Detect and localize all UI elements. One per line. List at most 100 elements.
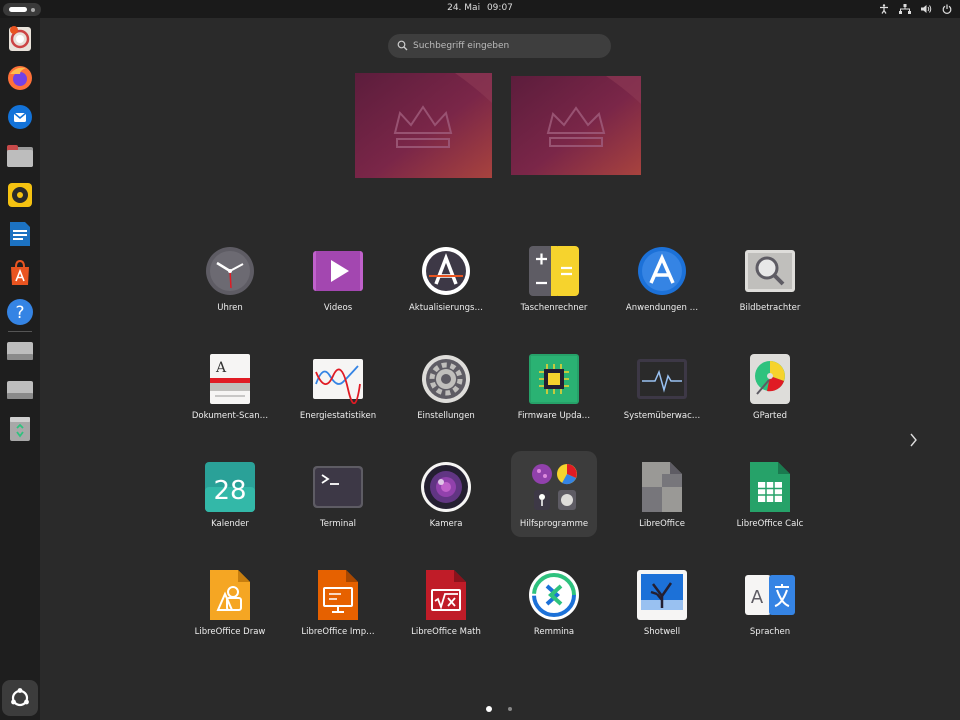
app-label: Kamera xyxy=(429,519,463,529)
app-label: Firmware Upda… xyxy=(517,411,591,421)
app-label: Videos xyxy=(323,303,353,313)
app-label: Systemüberwac… xyxy=(623,411,701,421)
dock-thunderbird[interactable] xyxy=(5,102,35,132)
search-bar[interactable] xyxy=(388,34,611,58)
app-label: Einstellungen xyxy=(417,411,475,421)
dock-app-center[interactable] xyxy=(5,258,35,288)
system-monitor-icon xyxy=(637,359,687,399)
dock-trash[interactable] xyxy=(5,414,35,444)
top-bar: 24. Mai 09:07 xyxy=(0,0,960,18)
wallpaper-image xyxy=(355,73,492,178)
workspace-thumbnail-1[interactable] xyxy=(355,73,492,178)
dock-drive-2[interactable] xyxy=(5,375,35,405)
svg-text:28: 28 xyxy=(213,476,246,506)
firefox-icon xyxy=(8,66,32,90)
accessibility-icon[interactable] xyxy=(879,4,889,14)
app-label: Shotwell xyxy=(643,627,681,637)
clock-date: 24. Mai xyxy=(447,3,481,13)
calendar-icon: 28 xyxy=(205,462,255,512)
dock-rhythmbox[interactable] xyxy=(5,180,35,210)
utilities-folder-icon xyxy=(532,464,577,510)
app-firmware[interactable]: Firmware Upda… xyxy=(500,354,608,454)
app-einstellungen[interactable]: Einstellungen xyxy=(392,354,500,454)
search-input[interactable] xyxy=(413,38,603,54)
ubuntu-help-icon xyxy=(9,26,31,51)
videos-icon xyxy=(313,251,363,291)
libreoffice-icon xyxy=(642,462,682,512)
folder-hilfsprogramme[interactable]: Hilfsprogramme xyxy=(500,462,608,562)
dock-drive-1[interactable] xyxy=(5,336,35,366)
app-libreoffice[interactable]: LibreOffice xyxy=(608,462,716,562)
settings-gear-icon xyxy=(422,355,470,403)
app-label: LibreOffice xyxy=(639,519,685,529)
svg-text:?: ? xyxy=(15,303,24,323)
app-label: Dokument-Scan… xyxy=(191,411,269,421)
app-sprachen[interactable]: A Sprachen xyxy=(716,570,824,670)
app-dokument-scanner[interactable]: A Dokument-Scan… xyxy=(176,354,284,454)
app-libreoffice-impress[interactable]: LibreOffice Imp… xyxy=(284,570,392,670)
svg-text:A: A xyxy=(751,587,764,608)
shotwell-icon xyxy=(637,570,687,620)
app-shotwell[interactable]: Shotwell xyxy=(608,570,716,670)
system-tray[interactable] xyxy=(879,2,952,16)
calculator-icon xyxy=(529,246,579,296)
show-apps-button[interactable] xyxy=(2,680,38,716)
dock-writer[interactable] xyxy=(5,219,35,249)
app-label: Taschenrechner xyxy=(520,303,588,313)
app-kamera[interactable]: Kamera xyxy=(392,462,500,562)
app-anwendungen[interactable]: Anwendungen … xyxy=(608,246,716,346)
app-remmina[interactable]: Remmina xyxy=(500,570,608,670)
power-icon[interactable] xyxy=(942,4,952,14)
app-libreoffice-calc[interactable]: LibreOffice Calc xyxy=(716,462,824,562)
volume-icon[interactable] xyxy=(921,4,932,14)
app-label: Sprachen xyxy=(749,627,791,637)
app-aktualisierung[interactable]: Aktualisierungs… xyxy=(392,246,500,346)
remmina-icon xyxy=(529,570,579,620)
wallpaper-image xyxy=(511,76,641,175)
camera-icon xyxy=(421,462,471,512)
dock-help-app[interactable] xyxy=(5,24,35,54)
app-label: LibreOffice Draw xyxy=(194,627,266,637)
writer-icon xyxy=(10,222,30,246)
dock-files[interactable] xyxy=(5,141,35,171)
workspace-thumbnail-2[interactable] xyxy=(511,76,641,175)
app-label: Uhren xyxy=(217,303,243,313)
app-label: Remmina xyxy=(533,627,575,637)
app-terminal[interactable]: Terminal xyxy=(284,462,392,562)
dock-help[interactable]: ? xyxy=(5,297,35,327)
app-videos[interactable]: Videos xyxy=(284,246,392,346)
app-kalender[interactable]: 28 Kalender xyxy=(176,462,284,562)
app-label: LibreOffice Calc xyxy=(736,519,804,529)
dock-separator xyxy=(8,331,32,332)
show-apps-icon xyxy=(11,688,29,707)
app-center-icon xyxy=(11,259,29,285)
page-dot[interactable] xyxy=(508,707,512,711)
app-label: Energiestatistiken xyxy=(299,411,377,421)
app-label: Kalender xyxy=(211,519,249,529)
app-systemueberwachung[interactable]: Systemüberwac… xyxy=(608,354,716,454)
app-label: Aktualisierungs… xyxy=(408,303,483,313)
search-icon xyxy=(397,40,408,51)
app-taschenrechner[interactable]: Taschenrechner xyxy=(500,246,608,346)
dock: ? xyxy=(0,18,40,720)
svg-text:A: A xyxy=(215,360,227,376)
app-libreoffice-math[interactable]: LibreOffice Math xyxy=(392,570,500,670)
files-icon xyxy=(7,145,33,167)
dock-firefox[interactable] xyxy=(5,63,35,93)
app-libreoffice-draw[interactable]: LibreOffice Draw xyxy=(176,570,284,670)
network-icon[interactable] xyxy=(899,4,911,14)
clock[interactable]: 24. Mai 09:07 xyxy=(0,3,960,13)
trash-icon xyxy=(10,417,30,441)
page-dot-active[interactable] xyxy=(486,706,492,712)
app-uhren[interactable]: Uhren xyxy=(176,246,284,346)
app-label: Terminal xyxy=(320,519,356,529)
app-bildbetrachter[interactable]: Bildbetrachter xyxy=(716,246,824,346)
app-gparted[interactable]: GParted xyxy=(716,354,824,454)
app-energiestatistiken[interactable]: Energiestatistiken xyxy=(284,354,392,454)
gparted-disk-icon xyxy=(750,354,790,404)
thunderbird-icon xyxy=(8,105,32,129)
libreoffice-math-icon xyxy=(426,570,466,620)
next-page-chevron-icon[interactable] xyxy=(906,431,920,449)
clock-icon xyxy=(206,247,254,295)
scanner-icon: A xyxy=(210,354,250,404)
